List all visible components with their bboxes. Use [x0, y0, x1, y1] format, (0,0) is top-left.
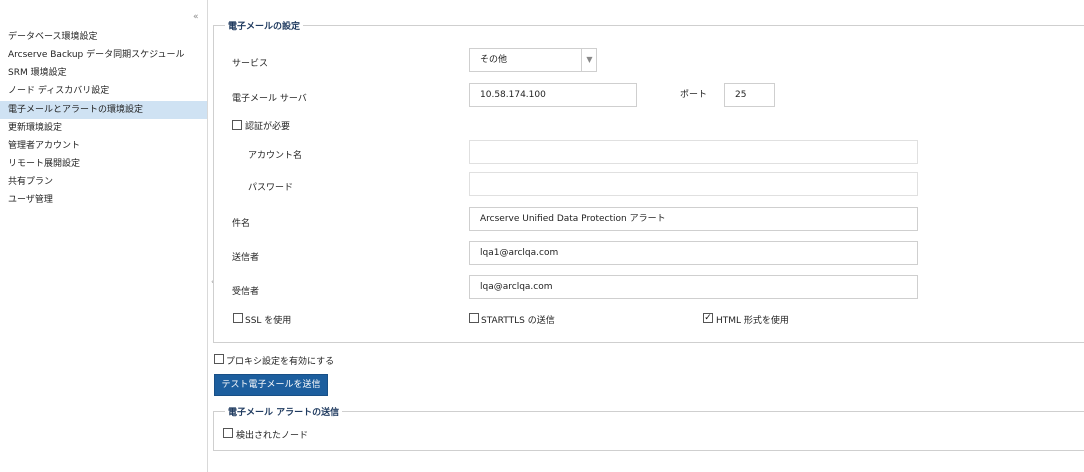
account-name-label: アカウント名: [248, 151, 303, 161]
proxy-checkbox[interactable]: [214, 354, 224, 364]
subject-label: 件名: [232, 219, 251, 229]
account-name-field[interactable]: [469, 140, 918, 164]
email-server-label: 電子メール サーバ: [232, 94, 307, 104]
detected-nodes-checkbox[interactable]: [223, 428, 233, 438]
ssl-checkbox[interactable]: [233, 313, 243, 323]
sidebar-item-database-settings[interactable]: データベース環境設定: [0, 28, 207, 46]
recipient-field[interactable]: lqa@arclqa.com: [469, 275, 918, 299]
auth-required-label: 認証が必要: [245, 122, 291, 132]
sidebar-item-shared-plan[interactable]: 共有プラン: [0, 173, 207, 191]
sidebar-item-backup-sync-schedule[interactable]: Arcserve Backup データ同期スケジュール: [0, 46, 207, 64]
sender-field[interactable]: lqa1@arclqa.com: [469, 241, 918, 265]
email-server-field[interactable]: 10.58.174.100: [469, 83, 637, 107]
password-label: パスワード: [248, 183, 294, 193]
auth-required-checkbox[interactable]: [232, 120, 242, 130]
html-format-label: HTML 形式を使用: [716, 316, 789, 326]
chevron-down-icon[interactable]: ▼: [581, 49, 597, 71]
sidebar-item-srm-settings[interactable]: SRM 環境設定: [0, 64, 207, 82]
sidebar-item-node-discovery[interactable]: ノード ディスカバリ設定: [0, 82, 207, 100]
starttls-label: STARTTLS の送信: [481, 316, 555, 326]
ssl-label: SSL を使用: [245, 316, 292, 326]
sender-label: 送信者: [232, 253, 260, 263]
sidebar-nav: データベース環境設定 Arcserve Backup データ同期スケジュール S…: [0, 0, 208, 472]
proxy-label: プロキシ設定を有効にする: [226, 357, 335, 367]
sidebar-item-user-management[interactable]: ユーザ管理: [0, 191, 207, 209]
email-settings-legend: 電子メールの設定: [225, 19, 304, 32]
collapse-sidebar-icon[interactable]: «: [193, 12, 205, 22]
detected-nodes-label: 検出されたノード: [236, 431, 309, 441]
sidebar-item-email-alerts[interactable]: 電子メールとアラートの環境設定: [0, 101, 207, 119]
checkmark-icon: ✓: [704, 313, 712, 323]
service-select[interactable]: その他: [469, 48, 597, 72]
email-alerts-legend: 電子メール アラートの送信: [225, 405, 343, 418]
starttls-checkbox[interactable]: [469, 313, 479, 323]
sidebar-item-remote-deploy[interactable]: リモート展開設定: [0, 155, 207, 173]
sidebar-item-admin-account[interactable]: 管理者アカウント: [0, 137, 207, 155]
sidebar-item-update-settings[interactable]: 更新環境設定: [0, 119, 207, 137]
password-field[interactable]: [469, 172, 918, 196]
service-label: サービス: [232, 59, 269, 69]
subject-field[interactable]: Arcserve Unified Data Protection アラート: [469, 207, 918, 231]
port-label: ポート: [680, 90, 708, 100]
recipient-label: 受信者: [232, 287, 260, 297]
service-select-value: その他: [480, 55, 508, 65]
html-format-checkbox[interactable]: ✓: [703, 313, 713, 323]
port-field[interactable]: 25: [724, 83, 775, 107]
email-alerts-group: [213, 411, 1084, 451]
send-test-email-button[interactable]: テスト電子メールを送信: [214, 374, 328, 396]
